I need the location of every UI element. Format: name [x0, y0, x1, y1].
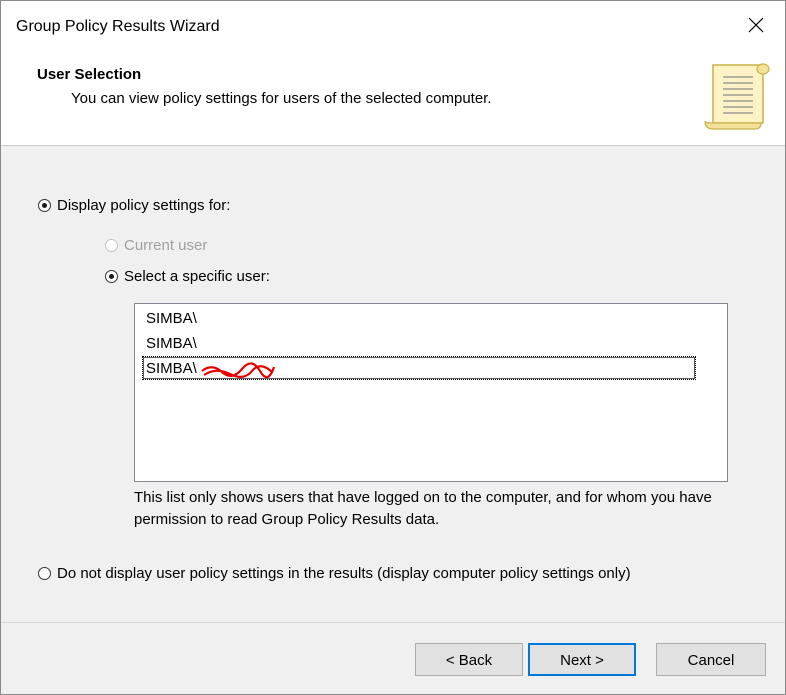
radio-specific-user[interactable]: Select a specific user: — [105, 268, 270, 285]
back-button[interactable]: < Back — [415, 643, 523, 676]
listbox-note: This list only shows users that have log… — [134, 489, 712, 528]
radio-no-user-policy-circle[interactable] — [38, 567, 51, 580]
radio-specific-user-circle[interactable] — [105, 270, 118, 283]
radio-no-user-policy-label: Do not display user policy settings in t… — [57, 565, 631, 582]
next-button[interactable]: Next > — [528, 643, 636, 676]
radio-display-policy[interactable]: Display policy settings for: — [38, 197, 230, 214]
list-item[interactable]: SIMBA\ — [144, 308, 197, 330]
page-subtitle: You can view policy settings for users o… — [71, 90, 492, 107]
close-icon — [748, 17, 764, 33]
radio-current-user[interactable]: Current user — [105, 237, 207, 254]
radio-no-user-policy[interactable]: Do not display user policy settings in t… — [38, 565, 631, 582]
user-name-prefix: SIMBA\ — [146, 335, 197, 352]
radio-display-policy-circle[interactable] — [38, 199, 51, 212]
wizard-window: Group Policy Results Wizard User Selecti… — [0, 0, 786, 695]
radio-display-policy-label: Display policy settings for: — [57, 197, 231, 214]
title-bar: Group Policy Results Wizard — [1, 1, 785, 49]
list-item[interactable]: SIMBA\ — [142, 356, 696, 380]
radio-current-user-label: Current user — [124, 237, 208, 254]
window-title: Group Policy Results Wizard — [16, 18, 220, 35]
user-name-prefix: SIMBA\ — [146, 360, 197, 377]
footer-divider — [1, 622, 785, 623]
radio-current-user-circle[interactable] — [105, 239, 118, 252]
list-item[interactable]: SIMBA\ — [144, 333, 197, 355]
redaction-mark — [201, 362, 276, 378]
page-title: User Selection — [37, 66, 142, 83]
user-listbox[interactable]: SIMBA\ SIMBA\ SIMBA\ — [134, 303, 728, 482]
cancel-button[interactable]: Cancel — [656, 643, 766, 676]
radio-specific-user-label: Select a specific user: — [124, 268, 270, 285]
wizard-header: User Selection You can view policy setti… — [1, 49, 785, 146]
close-button[interactable] — [727, 1, 785, 49]
scroll-icon — [704, 63, 770, 130]
user-name-prefix: SIMBA\ — [146, 310, 197, 327]
